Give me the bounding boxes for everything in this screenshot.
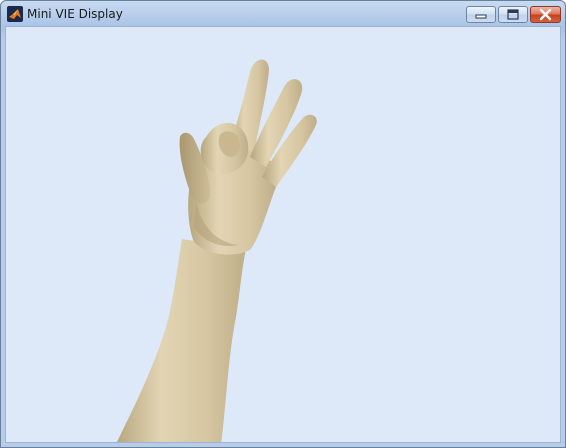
matlab-icon[interactable] xyxy=(7,6,23,22)
minimize-button[interactable] xyxy=(466,6,496,23)
close-button[interactable] xyxy=(530,6,561,23)
minimize-icon xyxy=(475,14,487,19)
hand-model-scene xyxy=(116,59,317,442)
maximize-icon xyxy=(507,9,519,20)
forearm xyxy=(116,239,246,442)
close-icon xyxy=(539,8,552,21)
maximize-button[interactable] xyxy=(498,6,528,23)
main-window: Mini VIE Display xyxy=(0,0,566,448)
window-title: Mini VIE Display xyxy=(27,7,123,21)
title-bar[interactable]: Mini VIE Display xyxy=(1,1,565,27)
viewport-canvas[interactable] xyxy=(5,26,561,443)
